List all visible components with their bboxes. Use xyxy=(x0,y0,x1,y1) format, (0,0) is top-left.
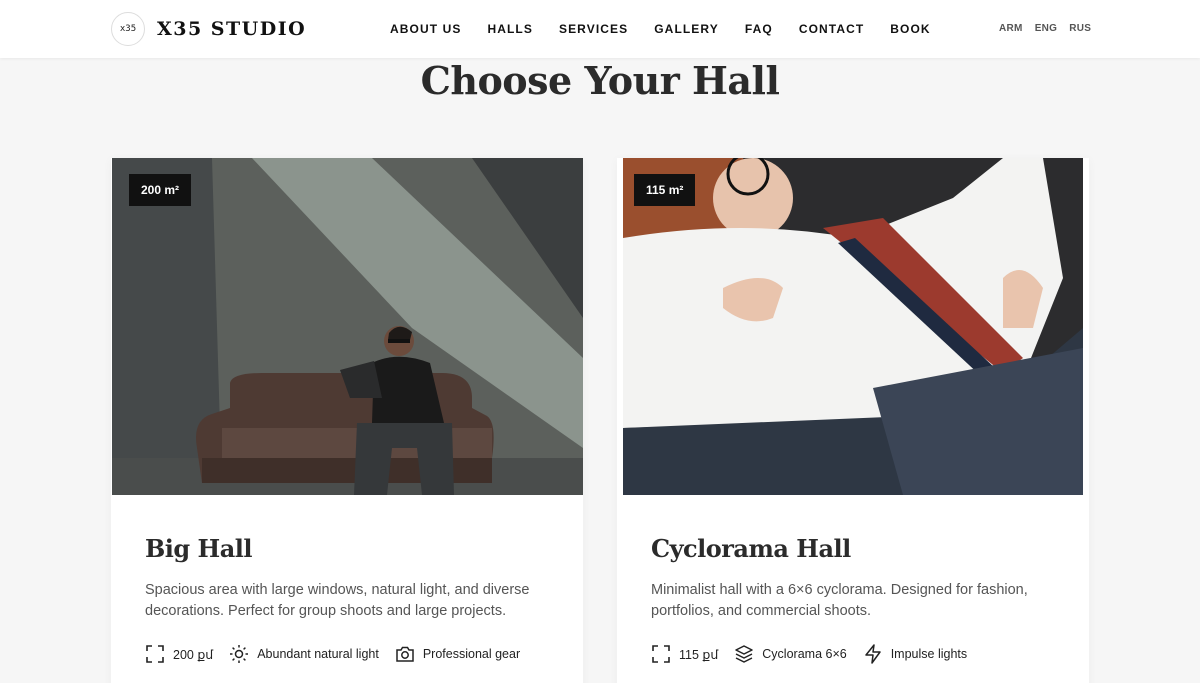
feature-list: 115 քմ Cyclorama 6×6 Impulse lights xyxy=(651,644,983,664)
area-badge: 115 m² xyxy=(634,174,696,206)
card-description: Spacious area with large windows, natura… xyxy=(145,582,530,619)
feature-label: Abundant natural light xyxy=(257,647,379,661)
main-nav: ABOUT US HALLS SERVICES GALLERY FAQ CONT… xyxy=(390,22,957,36)
hall-photo-big: 200 m² xyxy=(112,158,583,495)
feature-list: 200 քմ Abundant natural light Profession… xyxy=(145,644,536,664)
site-header: x35 X35 STUDIO ABOUT US HALLS SERVICES G… xyxy=(0,0,1200,58)
card-title[interactable]: Big Hall xyxy=(145,534,253,563)
layers-icon xyxy=(735,645,754,663)
nav-contact[interactable]: CONTACT xyxy=(799,22,864,36)
nav-faq[interactable]: FAQ xyxy=(745,22,773,36)
feature-label: Cyclorama 6×6 xyxy=(762,647,847,661)
feature-light: Abundant natural light xyxy=(229,644,379,664)
card-title[interactable]: Cyclorama Hall xyxy=(651,534,851,563)
nav-gallery[interactable]: GALLERY xyxy=(654,22,719,36)
lang-arm[interactable]: ARM xyxy=(999,23,1023,34)
lang-eng[interactable]: ENG xyxy=(1035,23,1058,34)
brand-name: X35 STUDIO xyxy=(157,18,307,40)
logo[interactable]: x35 X35 STUDIO xyxy=(111,12,306,46)
sun-icon xyxy=(230,645,249,663)
feature-gear: Professional gear xyxy=(395,644,520,664)
lang-rus[interactable]: RUS xyxy=(1069,23,1091,34)
nav-services[interactable]: SERVICES xyxy=(559,22,628,36)
hall-card-big[interactable]: 200 m² Big Hall Spacious area with large… xyxy=(111,158,583,683)
hall-photo-cyclorama: 115 m² xyxy=(623,158,1083,495)
nav-about-us[interactable]: ABOUT US xyxy=(390,22,461,36)
feature-label: 115 քմ xyxy=(679,647,719,662)
feature-label: Impulse lights xyxy=(890,647,968,661)
feature-cyclorama: Cyclorama 6×6 xyxy=(734,644,847,664)
lightning-icon xyxy=(864,644,881,664)
language-switcher: ARM ENG RUS xyxy=(999,23,1103,34)
camera-icon xyxy=(396,646,414,662)
hall-card-cyclorama[interactable]: 115 m² Cyclorama Hall Minimalist hall wi… xyxy=(617,158,1089,683)
feature-lights: Impulse lights xyxy=(863,644,967,664)
nav-halls[interactable]: HALLS xyxy=(487,22,533,36)
page-title: Choose Your Hall xyxy=(420,58,780,103)
area-badge: 200 m² xyxy=(129,174,192,206)
hall-photo-cyclorama-image xyxy=(623,158,1083,495)
feature-label: 200 քմ xyxy=(173,647,214,662)
feature-area: 200 քմ xyxy=(145,644,213,664)
area-icon xyxy=(652,645,670,663)
area-icon xyxy=(146,645,164,663)
nav-book[interactable]: BOOK xyxy=(890,22,930,36)
hall-photo-big-image xyxy=(112,158,583,495)
logo-mark: x35 xyxy=(111,12,145,46)
feature-area: 115 քմ xyxy=(651,644,718,664)
feature-label: Professional gear xyxy=(422,647,521,661)
card-description: Minimalist hall with a 6×6 cyclorama. De… xyxy=(651,582,1028,619)
